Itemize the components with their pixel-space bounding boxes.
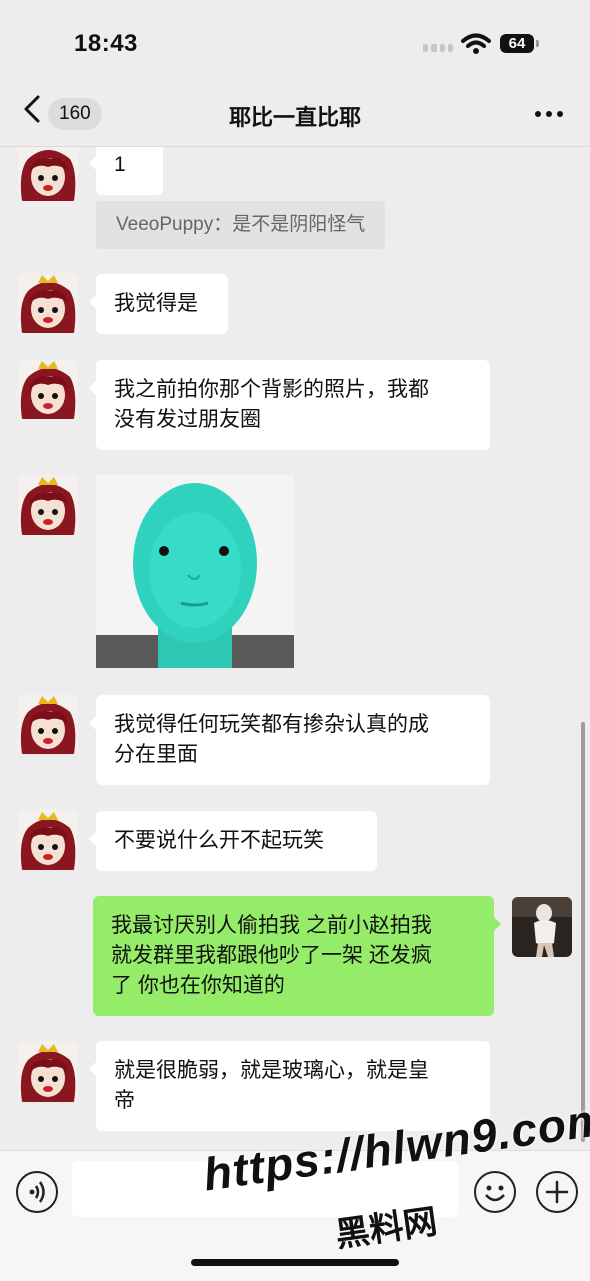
chat-title: 耶比一直比耶 (228, 105, 361, 130)
battery-indicator: 64 (500, 34, 539, 53)
message-bubble[interactable]: 我之前拍你那个背影的照片，我都 没有发过朋友圈 (89, 360, 490, 450)
quoted-reply[interactable]: VeeoPuppy：是不是阴阳怪气 (96, 201, 386, 249)
contact-avatar[interactable] (18, 359, 78, 419)
contact-avatar[interactable] (18, 475, 78, 535)
message-list[interactable]: 1 VeeoPuppy：是不是阴阳怪气 我觉得是 我之前拍你那个背影的照片，我都… (0, 147, 590, 1150)
more-dots-icon[interactable] (535, 111, 563, 117)
contact-avatar[interactable] (18, 694, 78, 754)
cellular-signal-icon (423, 44, 453, 52)
contact-avatar[interactable] (18, 147, 78, 201)
plus-icon[interactable] (536, 1171, 578, 1213)
message-bubble[interactable]: 我觉得任何玩笑都有掺杂认真的成 分在里面 (89, 695, 490, 785)
contact-avatar[interactable] (18, 810, 78, 870)
chat-header: 160 耶比一直比耶 (0, 80, 590, 147)
my-avatar[interactable] (512, 897, 572, 957)
wifi-icon (461, 33, 491, 54)
home-indicator[interactable] (191, 1259, 399, 1266)
message-bubble[interactable]: 我觉得是 (89, 274, 228, 334)
sticker-image[interactable] (96, 475, 294, 668)
message-bubble[interactable]: 1 (89, 147, 163, 195)
status-bar: 18:43 64 (0, 0, 590, 80)
contact-avatar[interactable] (18, 273, 78, 333)
contact-avatar[interactable] (18, 1042, 78, 1102)
scrollbar[interactable] (581, 722, 585, 1142)
my-message-bubble[interactable]: 我最讨厌别人偷拍我 之前小赵拍我 就发群里我都跟他吵了一架 还发疯 了 你也在你… (93, 896, 501, 1016)
emoji-icon[interactable] (474, 1171, 516, 1213)
message-bubble[interactable]: 不要说什么开不起玩笑 (89, 811, 377, 871)
voice-icon[interactable] (16, 1171, 58, 1213)
status-time: 18:43 (74, 30, 138, 57)
